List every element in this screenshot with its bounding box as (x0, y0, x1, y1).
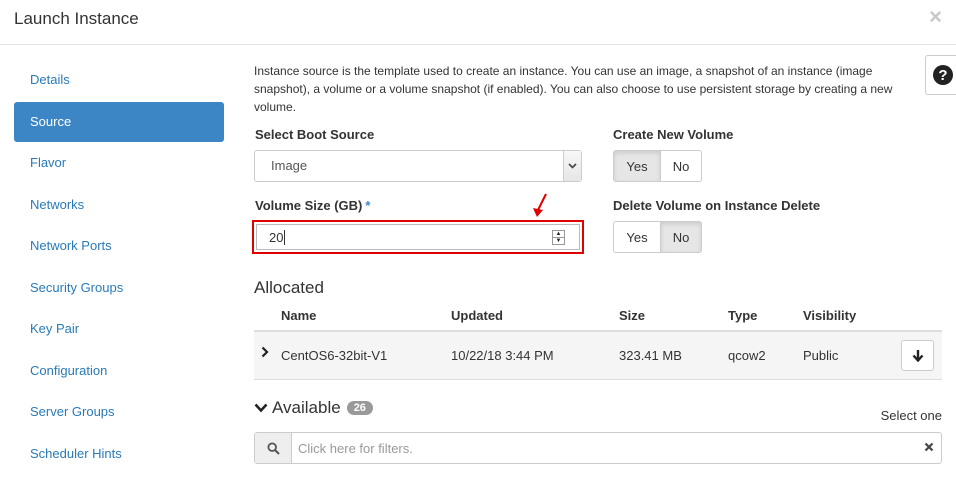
clear-filter-icon[interactable] (924, 439, 934, 455)
row-type: qcow2 (728, 348, 766, 363)
boot-source-label: Select Boot Source (255, 127, 375, 142)
row-visibility: Public (803, 348, 839, 363)
wizard-sidebar: Details Source Flavor Networks Network P… (14, 60, 224, 475)
row-name: CentOS6-32bit-V1 (281, 348, 388, 363)
select-one-hint: Select one (880, 408, 942, 423)
volume-size-value: 20 (269, 230, 284, 245)
stepper-down-icon[interactable]: ▼ (553, 238, 564, 244)
available-title: Available (272, 398, 341, 417)
delete-volume-toggle: Yes No (613, 221, 702, 253)
deallocate-button[interactable] (901, 340, 934, 371)
sidebar-item-security-groups[interactable]: Security Groups (14, 268, 224, 308)
text-caret (284, 230, 285, 245)
modal-header: Launch Instance × (0, 0, 956, 45)
delete-volume-label: Delete Volume on Instance Delete (613, 198, 821, 213)
delete-volume-yes-button[interactable]: Yes (613, 221, 661, 253)
stepper-up-icon[interactable]: ▲ (553, 231, 564, 238)
allocated-title: Allocated (254, 278, 324, 297)
boot-source-value: Image (271, 158, 308, 173)
required-mark: * (365, 198, 371, 213)
create-volume-toggle: Yes No (613, 150, 702, 182)
volume-size-label-text: Volume Size (GB) (255, 198, 363, 213)
filter-input[interactable]: Click here for filters. (298, 441, 413, 456)
column-header-type[interactable]: Type (728, 308, 757, 323)
table-row: CentOS6-32bit-V1 10/22/18 3:44 PM 323.41… (254, 332, 942, 380)
sidebar-item-details[interactable]: Details (14, 60, 224, 100)
chevron-right-icon[interactable] (261, 345, 269, 361)
available-header[interactable]: Available 26 (254, 398, 373, 418)
close-icon[interactable]: × (929, 4, 942, 30)
boot-source-select[interactable]: Image (254, 150, 582, 182)
chevron-down-icon (563, 151, 581, 181)
sidebar-item-configuration[interactable]: Configuration (14, 351, 224, 391)
volume-size-label: Volume Size (GB) * (255, 198, 370, 213)
allocated-table: Name Updated Size Type Visibility CentOS… (254, 304, 942, 380)
question-icon: ? (933, 65, 953, 85)
sidebar-item-source[interactable]: Source (14, 101, 224, 142)
red-arrow-icon (533, 193, 547, 217)
create-volume-label: Create New Volume (613, 127, 734, 142)
create-volume-yes-button[interactable]: Yes (613, 150, 661, 182)
search-icon (255, 433, 292, 463)
create-volume-no-button[interactable]: No (661, 150, 702, 182)
chevron-down-icon (254, 400, 268, 416)
column-header-updated[interactable]: Updated (451, 308, 503, 323)
volume-size-input[interactable]: 20 ▲ ▼ (256, 224, 580, 250)
row-size: 323.41 MB (619, 348, 682, 363)
row-updated: 10/22/18 3:44 PM (451, 348, 554, 363)
source-description: Instance source is the template used to … (254, 64, 893, 114)
filter-bar: Click here for filters. (254, 432, 942, 464)
volume-size-highlight: 20 ▲ ▼ (252, 220, 584, 254)
available-count-badge: 26 (346, 401, 373, 415)
sidebar-item-flavor[interactable]: Flavor (14, 143, 224, 183)
sidebar-item-key-pair[interactable]: Key Pair (14, 309, 224, 349)
sidebar-item-networks[interactable]: Networks (14, 185, 224, 225)
table-header: Name Updated Size Type Visibility (254, 304, 942, 332)
volume-size-stepper[interactable]: ▲ ▼ (552, 230, 565, 245)
modal-title: Launch Instance (14, 9, 139, 28)
sidebar-item-server-groups[interactable]: Server Groups (14, 392, 224, 432)
sidebar-item-network-ports[interactable]: Network Ports (14, 226, 224, 266)
sidebar-item-scheduler-hints[interactable]: Scheduler Hints (14, 434, 224, 474)
column-header-name[interactable]: Name (281, 308, 316, 323)
delete-volume-no-button[interactable]: No (661, 221, 702, 253)
arrow-down-icon (912, 350, 923, 362)
column-header-size[interactable]: Size (619, 308, 645, 323)
column-header-visibility[interactable]: Visibility (803, 308, 856, 323)
help-button[interactable]: ? (925, 55, 956, 95)
